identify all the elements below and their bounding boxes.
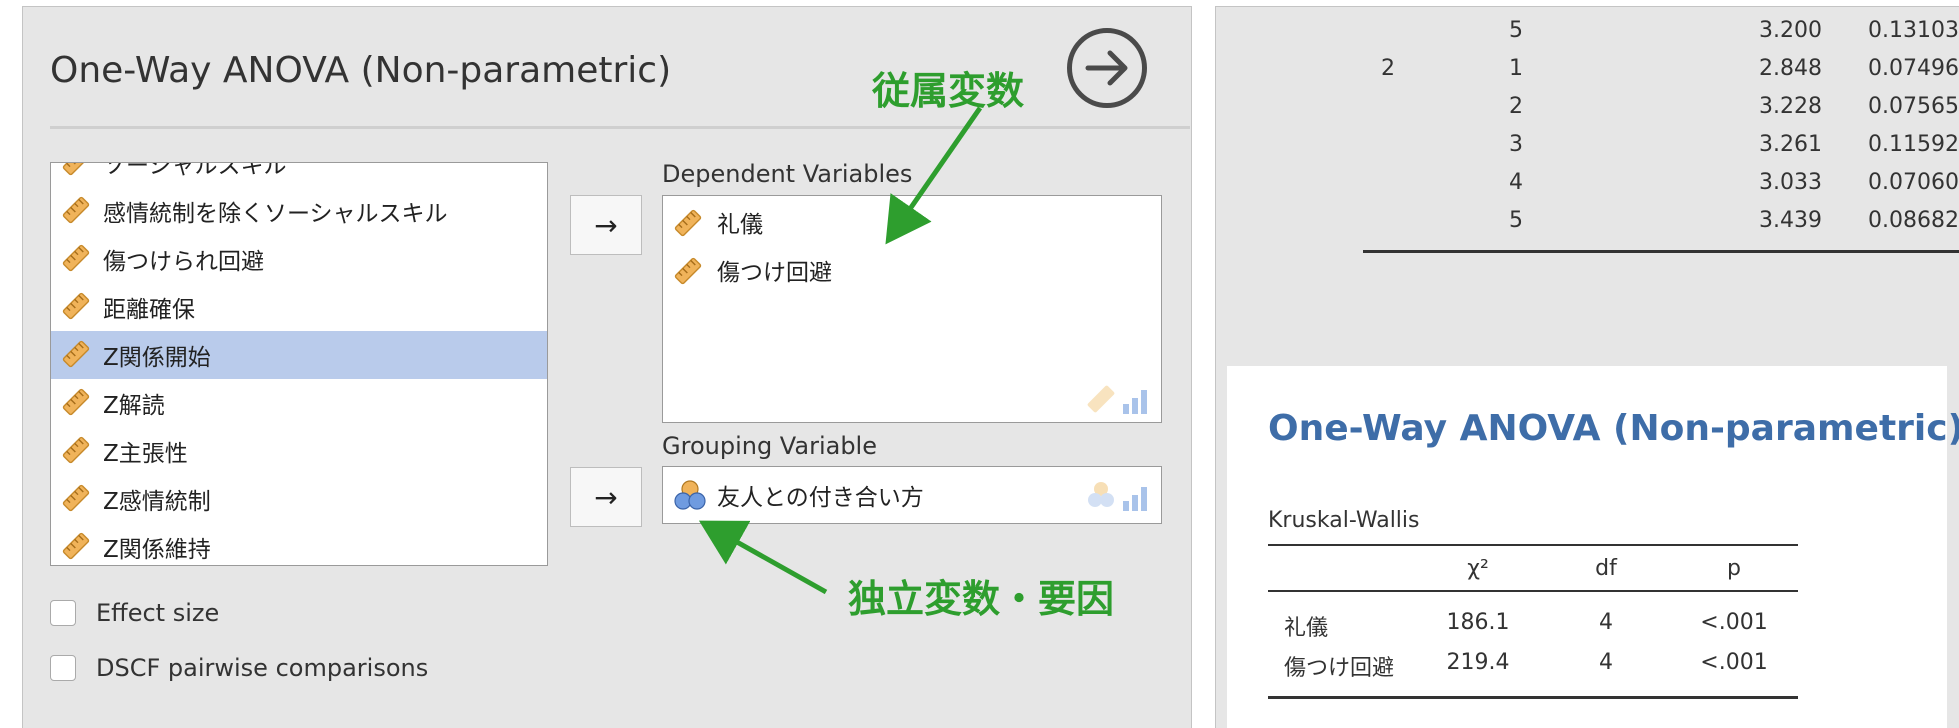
- descriptives-cell-se: 0.11592: [1868, 132, 1959, 157]
- dependent-annotation-arrow: [885, 106, 983, 245]
- kw-header-cell: χ²: [1467, 556, 1489, 581]
- kw-table-bottom-rule: [1268, 696, 1798, 699]
- descriptives-bottom-rule: [1363, 250, 1959, 253]
- kw-cell: 4: [1599, 610, 1613, 635]
- results-title: One-Way ANOVA (Non-parametric): [1268, 408, 1959, 449]
- descriptives-cell-se: 0.08682: [1868, 208, 1959, 233]
- descriptives-cell-mean: 3.033: [1759, 170, 1822, 195]
- kw-cell: <.001: [1700, 610, 1768, 635]
- kw-cell: 4: [1599, 650, 1613, 675]
- descriptives-cell-level: 4: [1509, 170, 1523, 195]
- descriptives-cell-se: 0.07496: [1868, 56, 1959, 81]
- descriptives-cell-se: 0.07060: [1868, 170, 1959, 195]
- descriptives-cell-se: 0.07565: [1868, 94, 1959, 119]
- descriptives-cell-level: 5: [1509, 208, 1523, 233]
- kw-cell: 219.4: [1446, 650, 1510, 675]
- descriptives-cell-group: 2: [1381, 56, 1395, 81]
- descriptives-table: 5 3.200 0.13103 2 1 2.848 0.07496 2 3.228 0.07565…: [1215, 6, 1959, 266]
- kw-table-body: 礼儀 186.1 4 <.001 傷つけ回避 219.4 4 <.001: [1268, 600, 1798, 690]
- descriptives-cell-mean: 3.439: [1759, 208, 1822, 233]
- kw-table-header-rule: [1268, 590, 1798, 592]
- descriptives-cell-mean: 3.261: [1759, 132, 1822, 157]
- descriptives-cell-mean: 2.848: [1759, 56, 1822, 81]
- kw-cell: 186.1: [1446, 610, 1510, 635]
- descriptives-cell-level: 1: [1509, 56, 1523, 81]
- descriptives-cell-level: 2: [1509, 94, 1523, 119]
- independent-annotation-arrow: [698, 520, 828, 595]
- descriptives-cell-mean: 3.228: [1759, 94, 1822, 119]
- kruskal-wallis-label: Kruskal-Wallis: [1268, 508, 1420, 533]
- descriptives-cell-mean: 3.200: [1759, 18, 1822, 43]
- kw-row-label: 礼儀: [1284, 616, 1329, 641]
- descriptives-cell-se: 0.13103: [1868, 18, 1959, 43]
- descriptives-cell-level: 5: [1509, 18, 1523, 43]
- kw-header-cell: p: [1727, 556, 1741, 581]
- descriptives-cell-level: 3: [1509, 132, 1523, 157]
- kw-cell: <.001: [1700, 650, 1768, 675]
- kw-row-label: 傷つけ回避: [1284, 656, 1395, 681]
- kw-header-cell: df: [1595, 556, 1617, 581]
- kw-table-header: χ² df p: [1268, 546, 1798, 590]
